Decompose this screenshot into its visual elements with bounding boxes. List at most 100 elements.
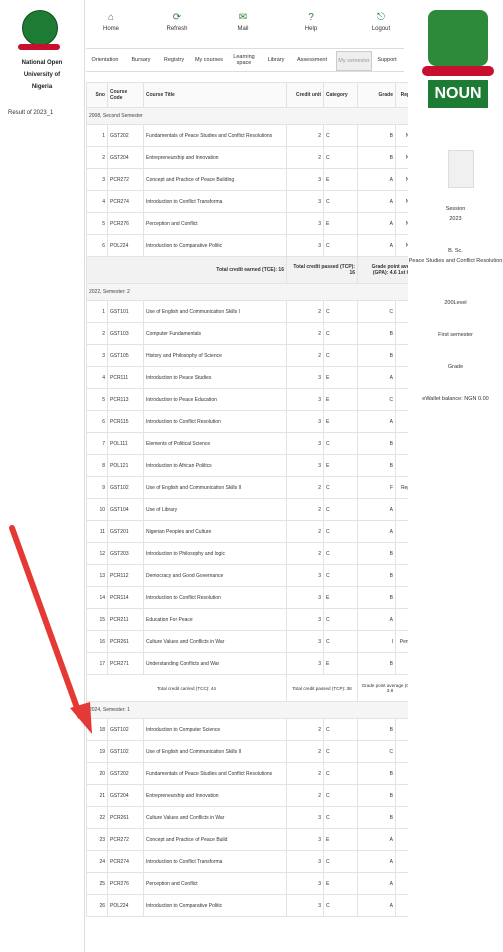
noun-crest-icon bbox=[428, 10, 488, 66]
row-title: Introduction to Conflict Resolution bbox=[143, 410, 287, 433]
row-code: PCR274 bbox=[107, 190, 144, 213]
row-grade: B bbox=[357, 784, 396, 807]
row-grade: B bbox=[357, 146, 396, 169]
row-code: GST102 bbox=[107, 718, 144, 741]
tab-bursary[interactable]: Bursary bbox=[126, 51, 156, 69]
col-unit: Credit unit bbox=[286, 82, 324, 108]
row-grade: A bbox=[357, 608, 396, 631]
row-title: Education For Peace bbox=[143, 608, 287, 631]
row-unit: 3 bbox=[286, 872, 324, 895]
nav-refresh-button[interactable]: ⟳ Refresh bbox=[152, 8, 202, 42]
row-cat: C bbox=[323, 300, 358, 323]
table-row: 3 GST105 History and Philosophy of Science… bbox=[86, 344, 423, 367]
tab-registry[interactable]: Registry bbox=[158, 51, 190, 69]
row-title: Introduction to African Politics bbox=[143, 454, 287, 477]
session-label: Session bbox=[445, 206, 466, 212]
tab-library[interactable]: Library bbox=[262, 51, 290, 69]
row-cat: C bbox=[323, 432, 358, 455]
table-row: 8 POL121 Introduction to African Politics 3… bbox=[86, 454, 423, 477]
row-code: GST102 bbox=[107, 740, 144, 763]
row-title: Culture Values and Conflicts in War bbox=[143, 630, 287, 653]
row-unit: 2 bbox=[286, 498, 324, 521]
row-unit: 3 bbox=[286, 388, 324, 411]
row-unit: 3 bbox=[286, 806, 324, 829]
row-unit: 3 bbox=[286, 432, 324, 455]
row-cat: C bbox=[323, 190, 358, 213]
row-cat: C bbox=[323, 740, 358, 763]
row-sno: 24 bbox=[86, 850, 108, 873]
row-sno: 19 bbox=[86, 740, 108, 763]
col-grade: Grade bbox=[357, 82, 396, 108]
nav-help-button[interactable]: ? Help bbox=[286, 8, 336, 42]
row-cat: E bbox=[323, 454, 358, 477]
table-header-row: Sno Course Code Course Title Credit unit… bbox=[86, 82, 423, 108]
summary-tcc: Total credit carried (TCC): 44 bbox=[86, 674, 287, 702]
summary-row-2: Total credit carried (TCC): 44 Total cred… bbox=[86, 674, 423, 702]
row-unit: 3 bbox=[286, 366, 324, 389]
row-sno: 21 bbox=[86, 784, 108, 807]
nav-home-button[interactable]: ⌂ Home bbox=[86, 8, 136, 42]
row-cat: E bbox=[323, 410, 358, 433]
tab-assessment[interactable]: Assessment bbox=[292, 51, 332, 69]
row-grade: A bbox=[357, 828, 396, 851]
row-title: Use of Library bbox=[143, 498, 287, 521]
tab-my-semester[interactable]: My semester bbox=[336, 51, 372, 71]
row-title: Elements of Political Science bbox=[143, 432, 287, 455]
row-code: GST204 bbox=[107, 784, 144, 807]
row-code: GST204 bbox=[107, 146, 144, 169]
row-code: POL224 bbox=[107, 234, 144, 257]
tab-my-courses[interactable]: My courses bbox=[192, 51, 226, 69]
row-grade: I bbox=[357, 630, 396, 653]
row-title: Fundamentals of Peace Studies and Confli… bbox=[143, 762, 287, 785]
row-cat: C bbox=[323, 630, 358, 653]
row-code: GST101 bbox=[107, 300, 144, 323]
row-title: Introduction to Conflict Transforma bbox=[143, 190, 287, 213]
row-grade: B bbox=[357, 542, 396, 565]
sidebar-divider bbox=[84, 0, 85, 952]
row-grade: B bbox=[357, 586, 396, 609]
row-title: Introduction to Peace Education bbox=[143, 388, 287, 411]
row-grade: B bbox=[357, 652, 396, 675]
top-nav: ⌂ Home ⟳ Refresh ✉ Mail ? Help ⎋ Logout bbox=[86, 8, 402, 42]
sub-nav: Orientation Bursary Registry My courses … bbox=[86, 48, 404, 72]
nav-logout-button[interactable]: ⎋ Logout bbox=[356, 8, 406, 42]
row-cat: C bbox=[323, 322, 358, 345]
home-icon: ⌂ bbox=[107, 12, 115, 23]
row-sno: 5 bbox=[86, 212, 108, 235]
col-sno: Sno bbox=[86, 82, 108, 108]
nav-mail-button[interactable]: ✉ Mail bbox=[218, 8, 268, 42]
row-sno: 4 bbox=[86, 190, 108, 213]
row-code: PCR114 bbox=[107, 586, 144, 609]
row-unit: 2 bbox=[286, 476, 324, 499]
result-label[interactable]: Result of 2023_1 bbox=[8, 110, 53, 116]
row-unit: 3 bbox=[286, 410, 324, 433]
row-sno: 26 bbox=[86, 894, 108, 917]
tab-learning-space[interactable]: Learning space bbox=[228, 51, 260, 69]
row-code: POL224 bbox=[107, 894, 144, 917]
row-sno: 3 bbox=[86, 344, 108, 367]
row-cat: E bbox=[323, 366, 358, 389]
table-row: 5PCR276Perception and Conflict3EANo bbox=[86, 212, 423, 235]
row-unit: 2 bbox=[286, 718, 324, 741]
row-grade: A bbox=[357, 234, 396, 257]
row-cat: E bbox=[323, 872, 358, 895]
table-row: 18 GST102 Introduction to Computer Science… bbox=[86, 718, 423, 741]
crest-banner bbox=[422, 66, 494, 76]
status: Grade bbox=[447, 364, 464, 370]
row-grade: B bbox=[357, 762, 396, 785]
tab-orientation[interactable]: Orientation bbox=[86, 51, 124, 69]
row-cat: C bbox=[323, 762, 358, 785]
row-grade: A bbox=[357, 520, 396, 543]
table-row: 25 PCR276 Perception and Conflict 3 E A bbox=[86, 872, 423, 895]
row-cat: C bbox=[323, 542, 358, 565]
row-title: Culture Values and Conflicts in War bbox=[143, 806, 287, 829]
table-row: 10 GST104 Use of Library 2 C A bbox=[86, 498, 423, 521]
row-cat: C bbox=[323, 894, 358, 917]
logo-banner bbox=[18, 44, 60, 50]
annotation-arrow bbox=[9, 525, 92, 734]
wallet-balance: eWallet balance: NGN 0.00 bbox=[422, 396, 489, 402]
row-sno: 1 bbox=[86, 300, 108, 323]
row-sno: 25 bbox=[86, 872, 108, 895]
tab-support[interactable]: Support bbox=[372, 51, 402, 69]
row-unit: 3 bbox=[286, 234, 324, 257]
